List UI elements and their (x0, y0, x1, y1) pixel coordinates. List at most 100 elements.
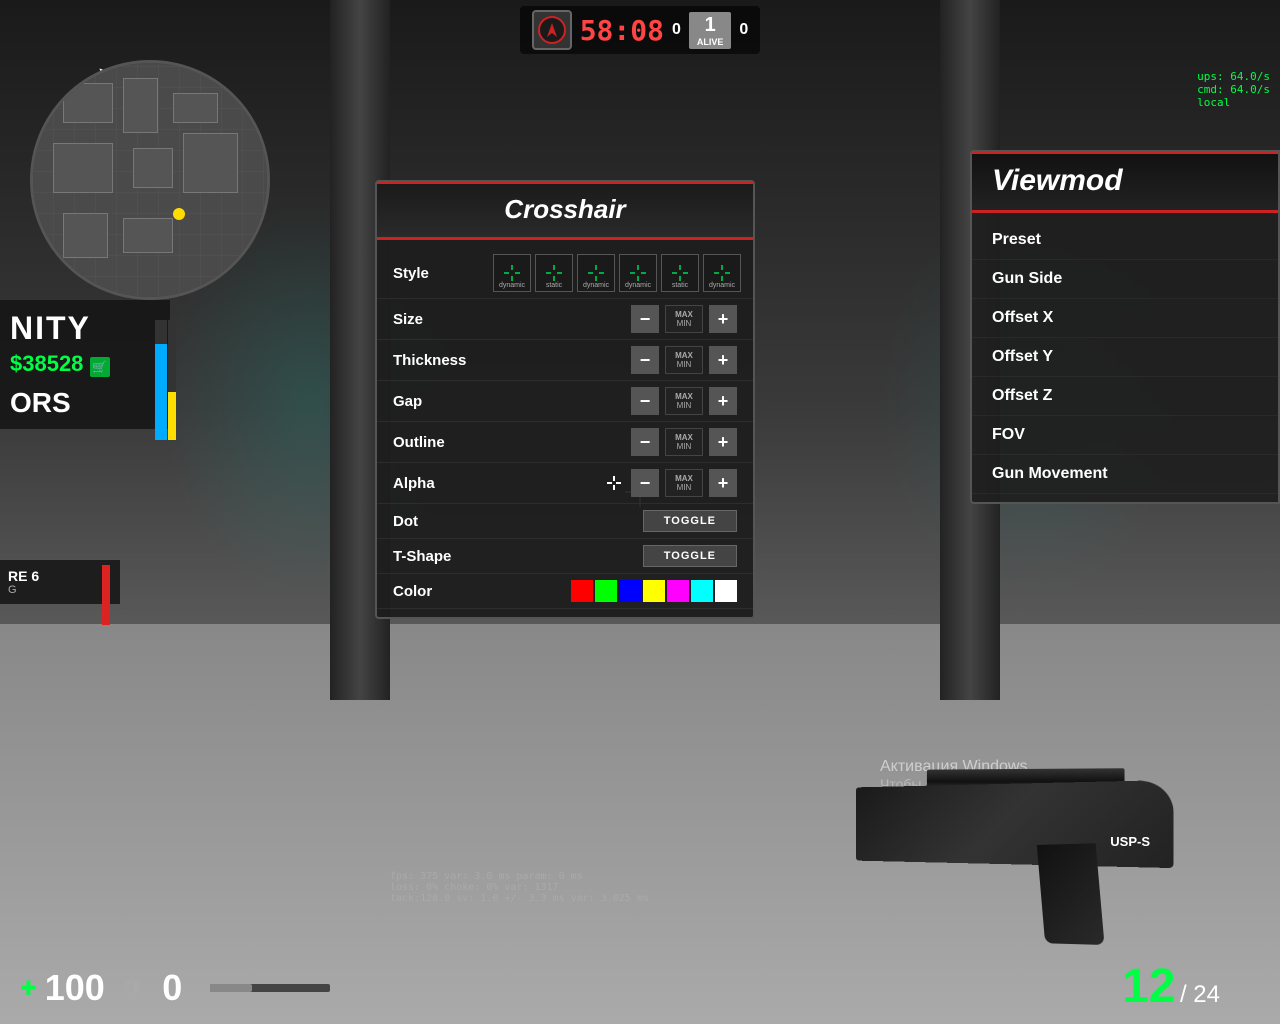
thickness-controls: − MAX MIN + (493, 346, 737, 374)
viewmode-panel: Viewmod Preset Gun Side Offset X Offset … (970, 150, 1280, 504)
outline-row: Outline − MAX MIN + (377, 422, 753, 463)
shield-icon: 🛡 (121, 976, 146, 1001)
gap-controls: − MAX MIN + (493, 387, 737, 415)
color-swatch-blue[interactable] (619, 580, 641, 602)
crosshair-panel-title: Crosshair (389, 194, 741, 225)
crosshair-panel-header: Crosshair (377, 182, 753, 240)
size-increase-button[interactable]: + (709, 305, 737, 333)
outline-controls: − MAX MIN + (493, 428, 737, 456)
ammo-total: / 24 (1180, 981, 1220, 1008)
weapon-name-label: USP-S (1110, 834, 1150, 849)
outline-label: Outline (393, 434, 493, 451)
bottom-hud: ✚ 100 🛡 0 12 / 24 (0, 944, 1280, 1024)
style-icon-3-label: dynamic (625, 282, 651, 289)
ammo-bar-track (210, 984, 330, 992)
ammo-bar-bottom-container (210, 984, 330, 992)
style-icon-1-label: static (546, 282, 562, 289)
ors-text: ORS (10, 387, 160, 419)
thickness-decrease-button[interactable]: − (631, 346, 659, 374)
gap-max-min: MAX MIN (665, 387, 703, 415)
ammo-display: 12 / 24 (1122, 959, 1220, 1014)
thickness-label: Thickness (393, 352, 493, 369)
outline-decrease-button[interactable]: − (631, 428, 659, 456)
health-display: ✚ 100 🛡 0 (20, 967, 330, 1009)
crosshair-panel-content: Style dynamic static (377, 240, 753, 617)
gap-decrease-button[interactable]: − (631, 387, 659, 415)
style-icon-5[interactable]: dynamic (703, 254, 741, 292)
alpha-label: Alpha (393, 475, 493, 492)
gap-row: Gap − MAX MIN + (377, 381, 753, 422)
tshape-controls: TOGGLE (493, 545, 737, 567)
style-icon-2[interactable]: dynamic (577, 254, 615, 292)
gun-body (856, 780, 1174, 868)
thickness-increase-button[interactable]: + (709, 346, 737, 374)
health-icon: ✚ (20, 976, 37, 1001)
tshape-toggle-button[interactable]: TOGGLE (643, 545, 737, 567)
viewmode-item-gun-side[interactable]: Gun Side (972, 260, 1278, 299)
minimap-inner (33, 63, 267, 297)
color-label: Color (393, 583, 493, 600)
map-building-1 (63, 83, 113, 123)
health-bar-fill (155, 344, 167, 440)
size-decrease-button[interactable]: − (631, 305, 659, 333)
style-icon-0[interactable]: dynamic (493, 254, 531, 292)
team-icon-left (532, 10, 572, 50)
minimap-player-dot (173, 208, 185, 220)
alpha-decrease-button[interactable]: − (631, 469, 659, 497)
gun-silhouette (780, 644, 1200, 944)
ammo-bar-fill (210, 984, 252, 992)
viewmode-item-offset-x[interactable]: Offset X (972, 299, 1278, 338)
style-controls: dynamic static dynamic dyn (493, 254, 741, 292)
gun-grip (1037, 843, 1105, 945)
color-swatch-white[interactable] (715, 580, 737, 602)
dot-label: Dot (393, 513, 493, 530)
style-icon-5-label: dynamic (709, 282, 735, 289)
viewmode-content: Preset Gun Side Offset X Offset Y Offset… (972, 213, 1278, 502)
viewmode-item-fov[interactable]: FOV (972, 416, 1278, 455)
style-icons-group: dynamic static dynamic dyn (493, 254, 741, 292)
alpha-crosshair-preview (607, 476, 621, 490)
team-name-partial: NITY (10, 310, 160, 347)
ammo-bar-fill (168, 392, 176, 440)
viewmode-item-offset-y[interactable]: Offset Y (972, 338, 1278, 377)
map-building-8 (123, 218, 173, 253)
style-icon-4[interactable]: static (661, 254, 699, 292)
re-block: RE 6 G (0, 560, 120, 604)
map-building-7 (63, 213, 108, 258)
fps-counter: ups: 64.0/s cmd: 64.0/s local (1197, 70, 1270, 109)
style-icon-1[interactable]: static (535, 254, 573, 292)
style-icon-4-label: static (672, 282, 688, 289)
alpha-increase-button[interactable]: + (709, 469, 737, 497)
armor-value: 0 (162, 967, 182, 1009)
color-swatch-yellow[interactable] (643, 580, 665, 602)
map-building-4 (53, 143, 113, 193)
dot-toggle-button[interactable]: TOGGLE (643, 510, 737, 532)
viewmode-item-gun-movement[interactable]: Gun Movement (972, 455, 1278, 494)
health-bar-container (155, 320, 167, 440)
style-icon-3[interactable]: dynamic (619, 254, 657, 292)
re-subtext: G (8, 584, 112, 596)
outline-increase-button[interactable]: + (709, 428, 737, 456)
color-swatch-green[interactable] (595, 580, 617, 602)
ammo-bar-container (168, 320, 176, 440)
color-swatch-red[interactable] (571, 580, 593, 602)
money-display: $38528 🛒 (10, 351, 160, 377)
gap-label: Gap (393, 393, 493, 410)
map-building-2 (123, 78, 158, 133)
red-bar (102, 565, 110, 625)
alpha-controls: − MAX MIN + (493, 469, 737, 497)
style-label: Style (393, 265, 493, 282)
color-swatch-cyan[interactable] (691, 580, 713, 602)
size-row: Size − MAX MIN + (377, 299, 753, 340)
viewmode-item-offset-z[interactable]: Offset Z (972, 377, 1278, 416)
color-controls (493, 580, 737, 602)
minimap (30, 60, 270, 300)
gap-increase-button[interactable]: + (709, 387, 737, 415)
color-swatch-magenta[interactable] (667, 580, 689, 602)
viewmode-item-preset[interactable]: Preset (972, 221, 1278, 260)
game-timer: 58:08 (580, 14, 664, 47)
re-text: RE 6 (8, 568, 112, 584)
size-max-min: MAX MIN (665, 305, 703, 333)
dot-controls: TOGGLE (493, 510, 737, 532)
score-right: 0 (739, 21, 748, 39)
